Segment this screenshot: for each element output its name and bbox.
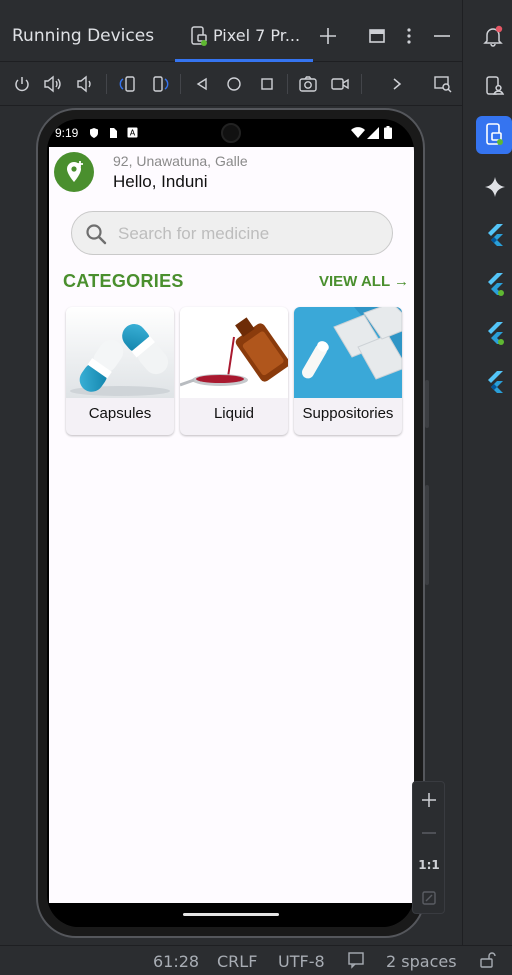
gesture-nav-bar [47,903,414,927]
device-manager-icon[interactable] [481,73,507,99]
phone-side-button [425,380,429,428]
minimize-icon[interactable] [429,23,455,49]
toolbar-divider [106,74,107,94]
app-screen: 92, Unawatuna, Galle Hello, Induni CATEG… [49,147,414,903]
chevron-right-icon[interactable] [384,71,410,97]
categories-heading: CATEGORIES [63,271,184,291]
rotate-right-icon[interactable] [147,71,173,97]
delivery-address: 92, Unawatuna, Galle [113,153,248,169]
layout-inspector-icon[interactable] [430,71,456,97]
back-icon[interactable] [189,71,215,97]
flutter-performance-icon[interactable] [482,271,508,297]
comment-icon[interactable] [347,951,365,973]
location-avatar[interactable] [54,152,94,192]
gemini-sparkle-icon[interactable] [482,174,508,200]
more-options-icon[interactable] [396,23,422,49]
capsules-image [66,307,174,398]
running-devices-icon [486,123,503,145]
overview-icon[interactable] [254,71,280,97]
battery-icon [384,126,392,139]
suppositories-image [294,307,402,398]
unlock-icon[interactable] [478,951,496,973]
window-layout-icon[interactable] [364,23,390,49]
wifi-icon [351,127,365,138]
panel-title: Running Devices [12,26,155,46]
toolbar-divider [180,74,181,94]
device-tab-label: Pixel 7 Pr... [213,26,301,45]
toolbar-divider [287,74,288,94]
front-camera [221,123,241,143]
phone-status-bar: 9:19 A [47,119,414,147]
file-encoding[interactable]: UTF-8 [278,952,325,971]
view-all-link[interactable]: VIEW ALL → [319,273,409,290]
status-time: 9:19 [55,126,79,140]
toolbar-divider [361,74,362,94]
sim-card-icon [110,128,117,138]
zoom-controls: 1:1 [412,781,445,914]
arrow-right-icon: → [394,273,410,290]
zoom-out-icon[interactable] [416,820,442,846]
running-devices-tool-button[interactable] [476,116,512,154]
power-icon[interactable] [9,71,35,97]
category-card-liquid[interactable]: Liquid [180,307,288,435]
add-device-icon[interactable] [315,23,341,49]
category-label: Liquid [213,405,255,422]
tab-pixel-device[interactable]: Pixel 7 Pr... [175,10,313,62]
home-gesture-handle[interactable] [183,913,279,916]
signal-icon [367,127,379,139]
category-card-suppositories[interactable]: Suppositories [294,307,402,435]
search-input[interactable] [118,222,378,246]
screenshot-camera-icon[interactable] [295,71,321,97]
flutter-outline-icon[interactable] [482,320,508,346]
search-icon [86,224,107,245]
svg-text:A: A [130,129,136,138]
device-tab-icon [191,26,207,46]
device-toolbar [0,62,462,106]
right-tool-window-bar [462,0,512,945]
phone-screen-container: 9:19 A 92, Unawatuna, Galle Hello, Indun… [47,119,414,927]
home-icon[interactable] [221,71,247,97]
caret-position[interactable]: 61:28 [153,952,199,971]
greeting-text: Hello, Induni [113,172,208,191]
category-label: Suppositories [302,405,394,422]
rotate-left-icon[interactable] [115,71,141,97]
add-location-icon [67,161,83,182]
search-bar[interactable] [71,211,393,255]
fit-screen-icon[interactable] [416,885,442,911]
category-card-capsules[interactable]: Capsules [66,307,174,435]
notifications-bell-icon[interactable] [480,23,506,49]
flutter-devtools-icon[interactable] [482,369,508,395]
liquid-image [180,307,288,398]
zoom-in-icon[interactable] [416,787,442,813]
shield-icon [90,128,98,138]
indent-setting[interactable]: 2 spaces [386,952,457,971]
view-all-label: VIEW ALL [319,273,390,290]
flutter-inspector-icon[interactable] [482,222,508,248]
zoom-actual-size-button[interactable]: 1:1 [416,852,442,878]
category-label: Capsules [88,405,152,422]
screen-record-icon[interactable] [327,71,353,97]
ide-status-bar: 61:28 CRLF UTF-8 2 spaces [0,945,512,975]
android-studio-window: Running Devices Pixel 7 Pr... 9:19 A 92,… [0,0,512,975]
phone-volume-button [425,485,429,585]
phone-frame: 9:19 A 92, Unawatuna, Galle Hello, Indun… [36,108,425,938]
line-ending[interactable]: CRLF [217,952,257,971]
volume-down-icon[interactable] [72,71,98,97]
running-devices-header: Running Devices Pixel 7 Pr... [0,10,462,62]
keyboard-a-icon: A [127,127,138,138]
volume-up-icon[interactable] [40,71,66,97]
